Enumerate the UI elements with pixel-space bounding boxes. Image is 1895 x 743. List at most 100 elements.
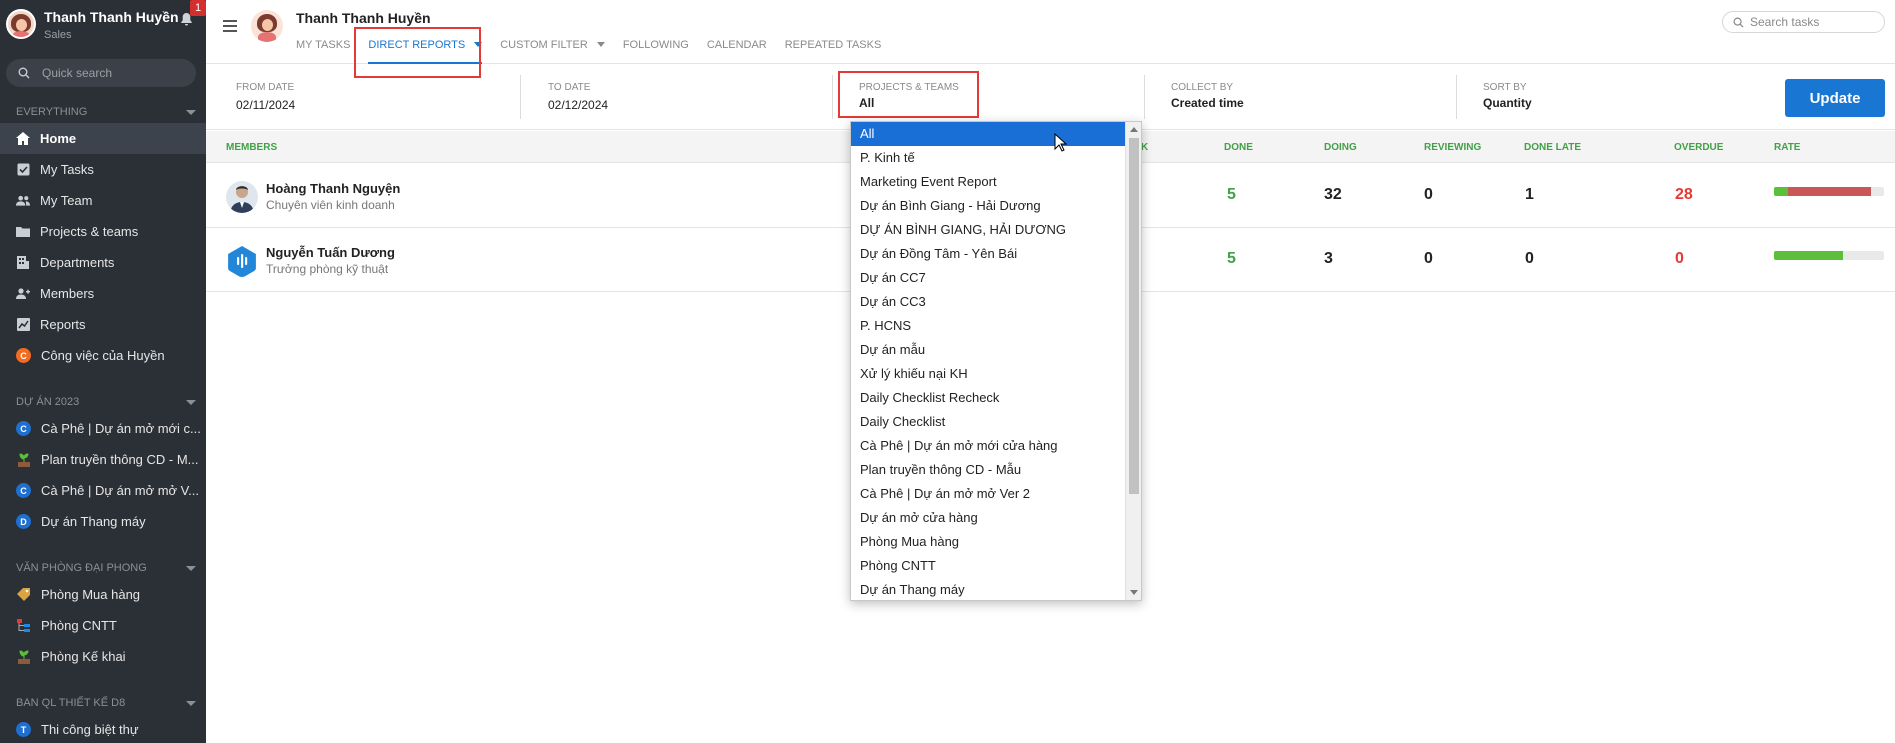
sidebar-item-departments[interactable]: Departments: [0, 247, 206, 278]
col-reviewing[interactable]: REVIEWING: [1424, 142, 1481, 153]
dropdown-option[interactable]: Dự án mở cửa hàng: [851, 506, 1126, 530]
dropdown-option[interactable]: Dự án CC7: [851, 266, 1126, 290]
sort-by-value[interactable]: Quantity: [1483, 96, 1683, 110]
dropdown-option[interactable]: Phòng Mua hàng: [851, 530, 1126, 554]
done-late-count[interactable]: 0: [1525, 250, 1534, 268]
tab-calendar[interactable]: CALENDAR: [707, 39, 767, 64]
from-date-value[interactable]: 02/11/2024: [236, 98, 506, 112]
chevron-down-icon[interactable]: [186, 565, 196, 571]
members-icon: [16, 287, 30, 301]
letter-t-icon: T: [16, 722, 31, 737]
scroll-up-arrow-icon[interactable]: [1130, 127, 1138, 132]
dropdown-option[interactable]: Dự án Bình Giang - Hải Dương: [851, 194, 1126, 218]
notification-badge[interactable]: 1: [190, 0, 206, 16]
projects-teams-dropdown[interactable]: All P. Kinh tế Marketing Event Report Dự án…: [850, 121, 1142, 601]
quick-search-input[interactable]: Quick search: [6, 59, 196, 87]
tab-following[interactable]: FOLLOWING: [623, 39, 689, 64]
section-van-phong[interactable]: VĂN PHÒNG ĐẠI PHONG: [0, 557, 206, 579]
dropdown-option[interactable]: DỰ ÁN BÌNH GIANG, HẢI DƯƠNG: [851, 218, 1126, 242]
sidebar-user[interactable]: Thanh Thanh Huyền Sales 1: [0, 0, 206, 52]
done-count[interactable]: 5: [1227, 250, 1236, 268]
checkbox-icon: [16, 163, 30, 177]
tab-custom-filter[interactable]: CUSTOM FILTER: [500, 39, 605, 64]
scrollbar-thumb[interactable]: [1129, 138, 1139, 494]
menu-icon[interactable]: [223, 20, 237, 35]
section-du-an-2023[interactable]: DỰ ÁN 2023: [0, 391, 206, 413]
dropdown-option[interactable]: Phòng CNTT: [851, 554, 1126, 578]
sort-by-filter[interactable]: SORT BY Quantity: [1483, 75, 1683, 119]
tab-my-tasks[interactable]: MY TASKS: [296, 39, 350, 64]
sidebar-item-label: Cà Phê | Dự án mở mới c...: [41, 421, 201, 436]
dropdown-option[interactable]: Dự án CC3: [851, 290, 1126, 314]
sidebar-project-item[interactable]: C Cà Phê | Dự án mở mới c...: [0, 413, 206, 444]
section-everything[interactable]: EVERYTHING: [0, 101, 206, 123]
dropdown-option[interactable]: Dự án Thang máy: [851, 578, 1126, 600]
sidebar-project-item[interactable]: C Cà Phê | Dự án mở mở V...: [0, 475, 206, 506]
col-rate[interactable]: RATE: [1774, 142, 1800, 153]
projects-teams-filter[interactable]: PROJECTS & TEAMS All: [859, 75, 1129, 119]
sidebar-item-projects[interactable]: Projects & teams: [0, 216, 206, 247]
sidebar-item-home[interactable]: Home: [0, 123, 206, 154]
sidebar-project-item[interactable]: Plan truyền thông CD - M...: [0, 444, 206, 475]
member-name[interactable]: Nguyễn Tuấn Dương: [266, 245, 395, 260]
collect-by-filter[interactable]: COLLECT BY Created time: [1171, 75, 1441, 119]
from-date-filter[interactable]: FROM DATE 02/11/2024: [236, 75, 506, 119]
sidebar-item-members[interactable]: Members: [0, 278, 206, 309]
member-name[interactable]: Hoàng Thanh Nguyện: [266, 181, 400, 196]
scroll-down-arrow-icon[interactable]: [1130, 590, 1138, 595]
dropdown-option[interactable]: Cà Phê | Dự án mở mới cửa hàng: [851, 434, 1126, 458]
sidebar-office-item[interactable]: Phòng CNTT: [0, 610, 206, 641]
dropdown-option[interactable]: Daily Checklist Recheck: [851, 386, 1126, 410]
sidebar-office-item[interactable]: Phòng Kế khai: [0, 641, 206, 672]
sidebar-item-reports[interactable]: Reports: [0, 309, 206, 340]
chevron-down-icon[interactable]: [186, 399, 196, 405]
user-avatar[interactable]: [6, 9, 36, 39]
dropdown-option[interactable]: Xử lý khiếu nại KH: [851, 362, 1126, 386]
to-date-value[interactable]: 02/12/2024: [548, 98, 818, 112]
done-late-count[interactable]: 1: [1525, 186, 1534, 204]
dropdown-option[interactable]: Plan truyền thông CD - Mẫu: [851, 458, 1126, 482]
col-overdue[interactable]: OVERDUE: [1674, 142, 1723, 153]
col-done-late[interactable]: DONE LATE: [1524, 142, 1581, 153]
dropdown-option[interactable]: Cà Phê | Dự án mở mở Ver 2: [851, 482, 1126, 506]
doing-count[interactable]: 3: [1324, 250, 1333, 268]
sidebar-d8-item[interactable]: T Thi công biệt thự: [0, 714, 206, 743]
update-button[interactable]: Update: [1785, 79, 1885, 117]
sidebar-item-personal-tasks[interactable]: C Công việc của Huyền: [0, 340, 206, 371]
collect-by-value[interactable]: Created time: [1171, 96, 1441, 110]
reviewing-count[interactable]: 0: [1424, 186, 1433, 204]
avatar: [226, 245, 258, 277]
dropdown-option[interactable]: P. HCNS: [851, 314, 1126, 338]
search-icon: [18, 67, 30, 79]
projects-teams-value[interactable]: All: [859, 96, 1129, 110]
col-task-partial[interactable]: K: [1141, 142, 1148, 153]
dropdown-option[interactable]: P. Kinh tế: [851, 146, 1126, 170]
filter-divider: [1456, 75, 1457, 119]
chevron-down-icon[interactable]: [186, 109, 196, 115]
dropdown-option[interactable]: Marketing Event Report: [851, 170, 1126, 194]
dropdown-option[interactable]: Daily Checklist: [851, 410, 1126, 434]
sidebar-item-my-team[interactable]: My Team: [0, 185, 206, 216]
sidebar-item-my-tasks[interactable]: My Tasks: [0, 154, 206, 185]
member-title: Trưởng phòng kỹ thuật: [266, 262, 389, 276]
dropdown-option[interactable]: All: [851, 122, 1126, 146]
chevron-down-icon[interactable]: [186, 700, 196, 706]
overdue-count[interactable]: 0: [1675, 250, 1684, 268]
doing-count[interactable]: 32: [1324, 186, 1342, 204]
dropdown-option[interactable]: Dự án Đồng Tâm - Yên Bái: [851, 242, 1126, 266]
search-tasks-input[interactable]: Search tasks: [1722, 11, 1885, 33]
sidebar-project-item[interactable]: D Dự án Thang máy: [0, 506, 206, 537]
done-count[interactable]: 5: [1227, 186, 1236, 204]
col-doing[interactable]: DOING: [1324, 142, 1357, 153]
dropdown-scrollbar[interactable]: [1125, 122, 1141, 600]
chevron-down-icon[interactable]: [596, 42, 605, 47]
tab-repeated-tasks[interactable]: REPEATED TASKS: [785, 39, 882, 64]
to-date-filter[interactable]: TO DATE 02/12/2024: [548, 75, 818, 119]
section-ban-ql[interactable]: BAN QL THIẾT KẾ D8: [0, 692, 206, 714]
overdue-count[interactable]: 28: [1675, 186, 1693, 204]
reviewing-count[interactable]: 0: [1424, 250, 1433, 268]
sidebar-office-item[interactable]: Phòng Mua hàng: [0, 579, 206, 610]
col-members[interactable]: MEMBERS: [226, 142, 277, 153]
dropdown-option[interactable]: Dự án mẫu: [851, 338, 1126, 362]
col-done[interactable]: DONE: [1224, 142, 1253, 153]
